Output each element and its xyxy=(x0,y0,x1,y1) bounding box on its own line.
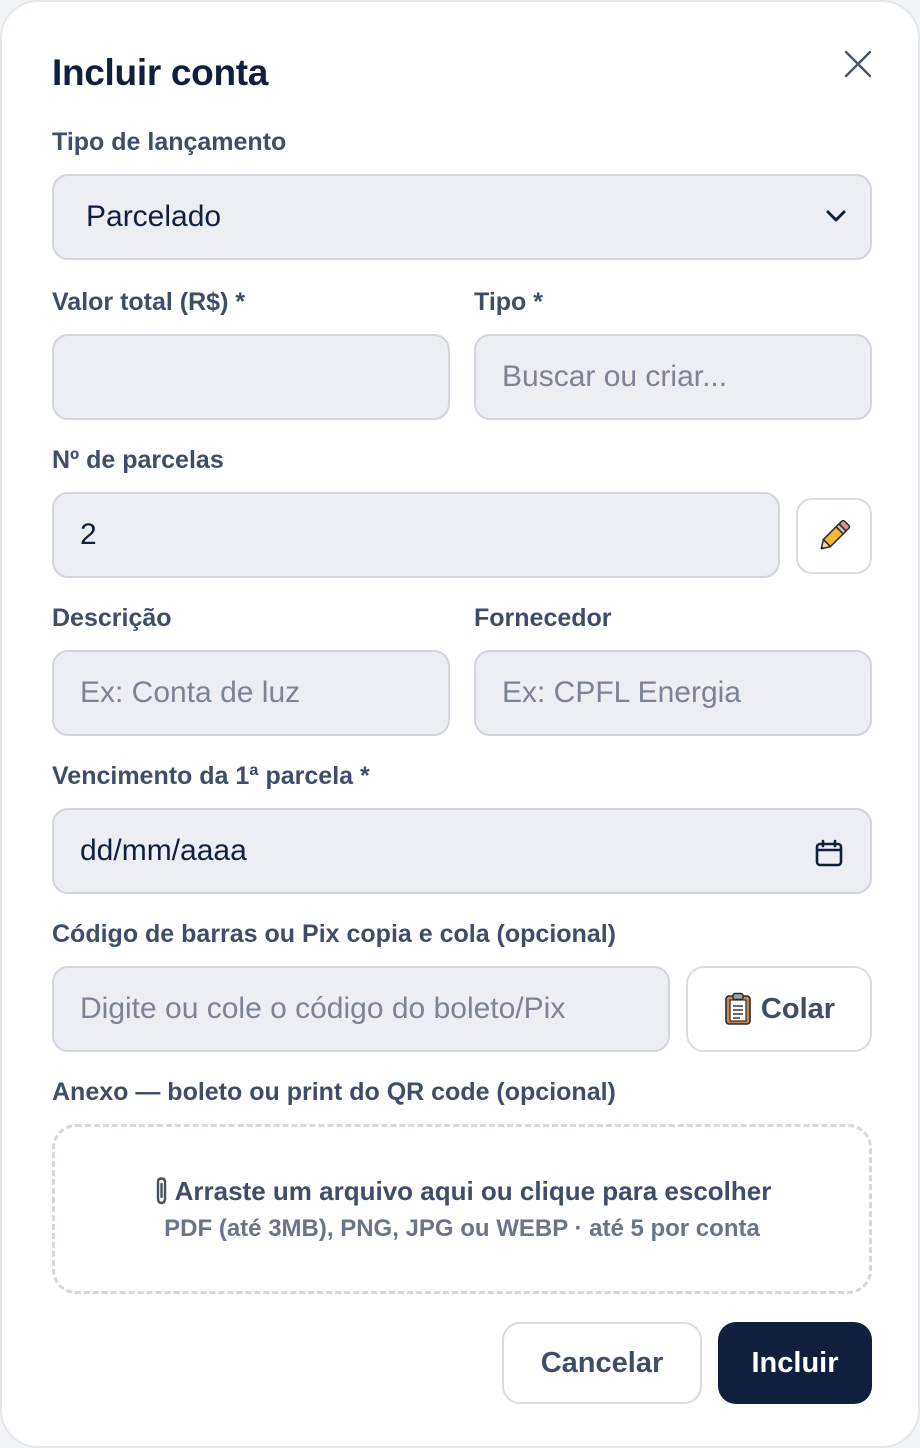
descricao-label: Descrição xyxy=(52,604,172,632)
dropzone-sub-text: PDF (até 3MB), PNG, JPG ou WEBP · até 5 … xyxy=(164,1214,760,1242)
parcelas-label: Nº de parcelas xyxy=(52,446,224,474)
vencimento-value: dd/mm/aaaa xyxy=(80,834,247,867)
edit-parcelas-button[interactable] xyxy=(796,498,872,574)
tipo-label: Tipo * xyxy=(474,288,543,316)
parcelas-value: 2 xyxy=(80,518,97,551)
tipo-search-input[interactable]: Buscar ou criar... xyxy=(474,334,872,420)
attachment-dropzone[interactable]: Arraste um arquivo aqui ou clique para e… xyxy=(52,1124,872,1294)
vencimento-date-input[interactable]: dd/mm/aaaa xyxy=(52,808,872,894)
paste-button-label: Colar xyxy=(760,992,836,1025)
fornecedor-placeholder: Ex: CPFL Energia xyxy=(502,676,741,709)
paste-button[interactable]: Colar xyxy=(686,966,872,1052)
valor-total-input[interactable] xyxy=(52,334,450,420)
valor-total-label: Valor total (R$) * xyxy=(52,288,246,316)
close-icon xyxy=(844,50,872,78)
modal-title: Incluir conta xyxy=(52,52,269,93)
paperclip-icon xyxy=(156,1177,166,1205)
codigo-label: Código de barras ou Pix copia e cola (op… xyxy=(52,920,616,948)
tipo-lancamento-label: Tipo de lançamento xyxy=(52,128,287,156)
tipo-placeholder: Buscar ou criar... xyxy=(502,360,728,393)
vencimento-label: Vencimento da 1ª parcela * xyxy=(52,762,370,790)
codigo-placeholder: Digite ou cole o código do boleto/Pix xyxy=(80,992,566,1025)
dropzone-main-text: Arraste um arquivo aqui ou clique para e… xyxy=(174,1175,772,1206)
descricao-placeholder: Ex: Conta de luz xyxy=(80,676,301,709)
parcelas-input[interactable]: 2 xyxy=(52,492,780,578)
close-button[interactable] xyxy=(838,44,878,84)
cancel-button[interactable]: Cancelar xyxy=(502,1322,702,1404)
calendar-icon[interactable] xyxy=(814,838,844,868)
codigo-input[interactable]: Digite ou cole o código do boleto/Pix xyxy=(52,966,670,1052)
fornecedor-input[interactable]: Ex: CPFL Energia xyxy=(474,650,872,736)
clipboard-icon xyxy=(725,992,751,1025)
anexo-label: Anexo — boleto ou print do QR code (opci… xyxy=(52,1078,616,1106)
pencil-icon xyxy=(820,519,851,550)
descricao-input[interactable]: Ex: Conta de luz xyxy=(52,650,450,736)
include-account-modal: Incluir conta Tipo de lançamento Parcela… xyxy=(0,0,920,1448)
dropzone-main-line: Arraste um arquivo aqui ou clique para e… xyxy=(153,1175,772,1207)
submit-button[interactable]: Incluir xyxy=(718,1322,872,1404)
tipo-lancamento-select[interactable]: Parcelado xyxy=(52,174,872,260)
fornecedor-label: Fornecedor xyxy=(474,604,612,632)
chevron-down-icon xyxy=(826,210,846,222)
tipo-lancamento-value: Parcelado xyxy=(86,200,222,233)
